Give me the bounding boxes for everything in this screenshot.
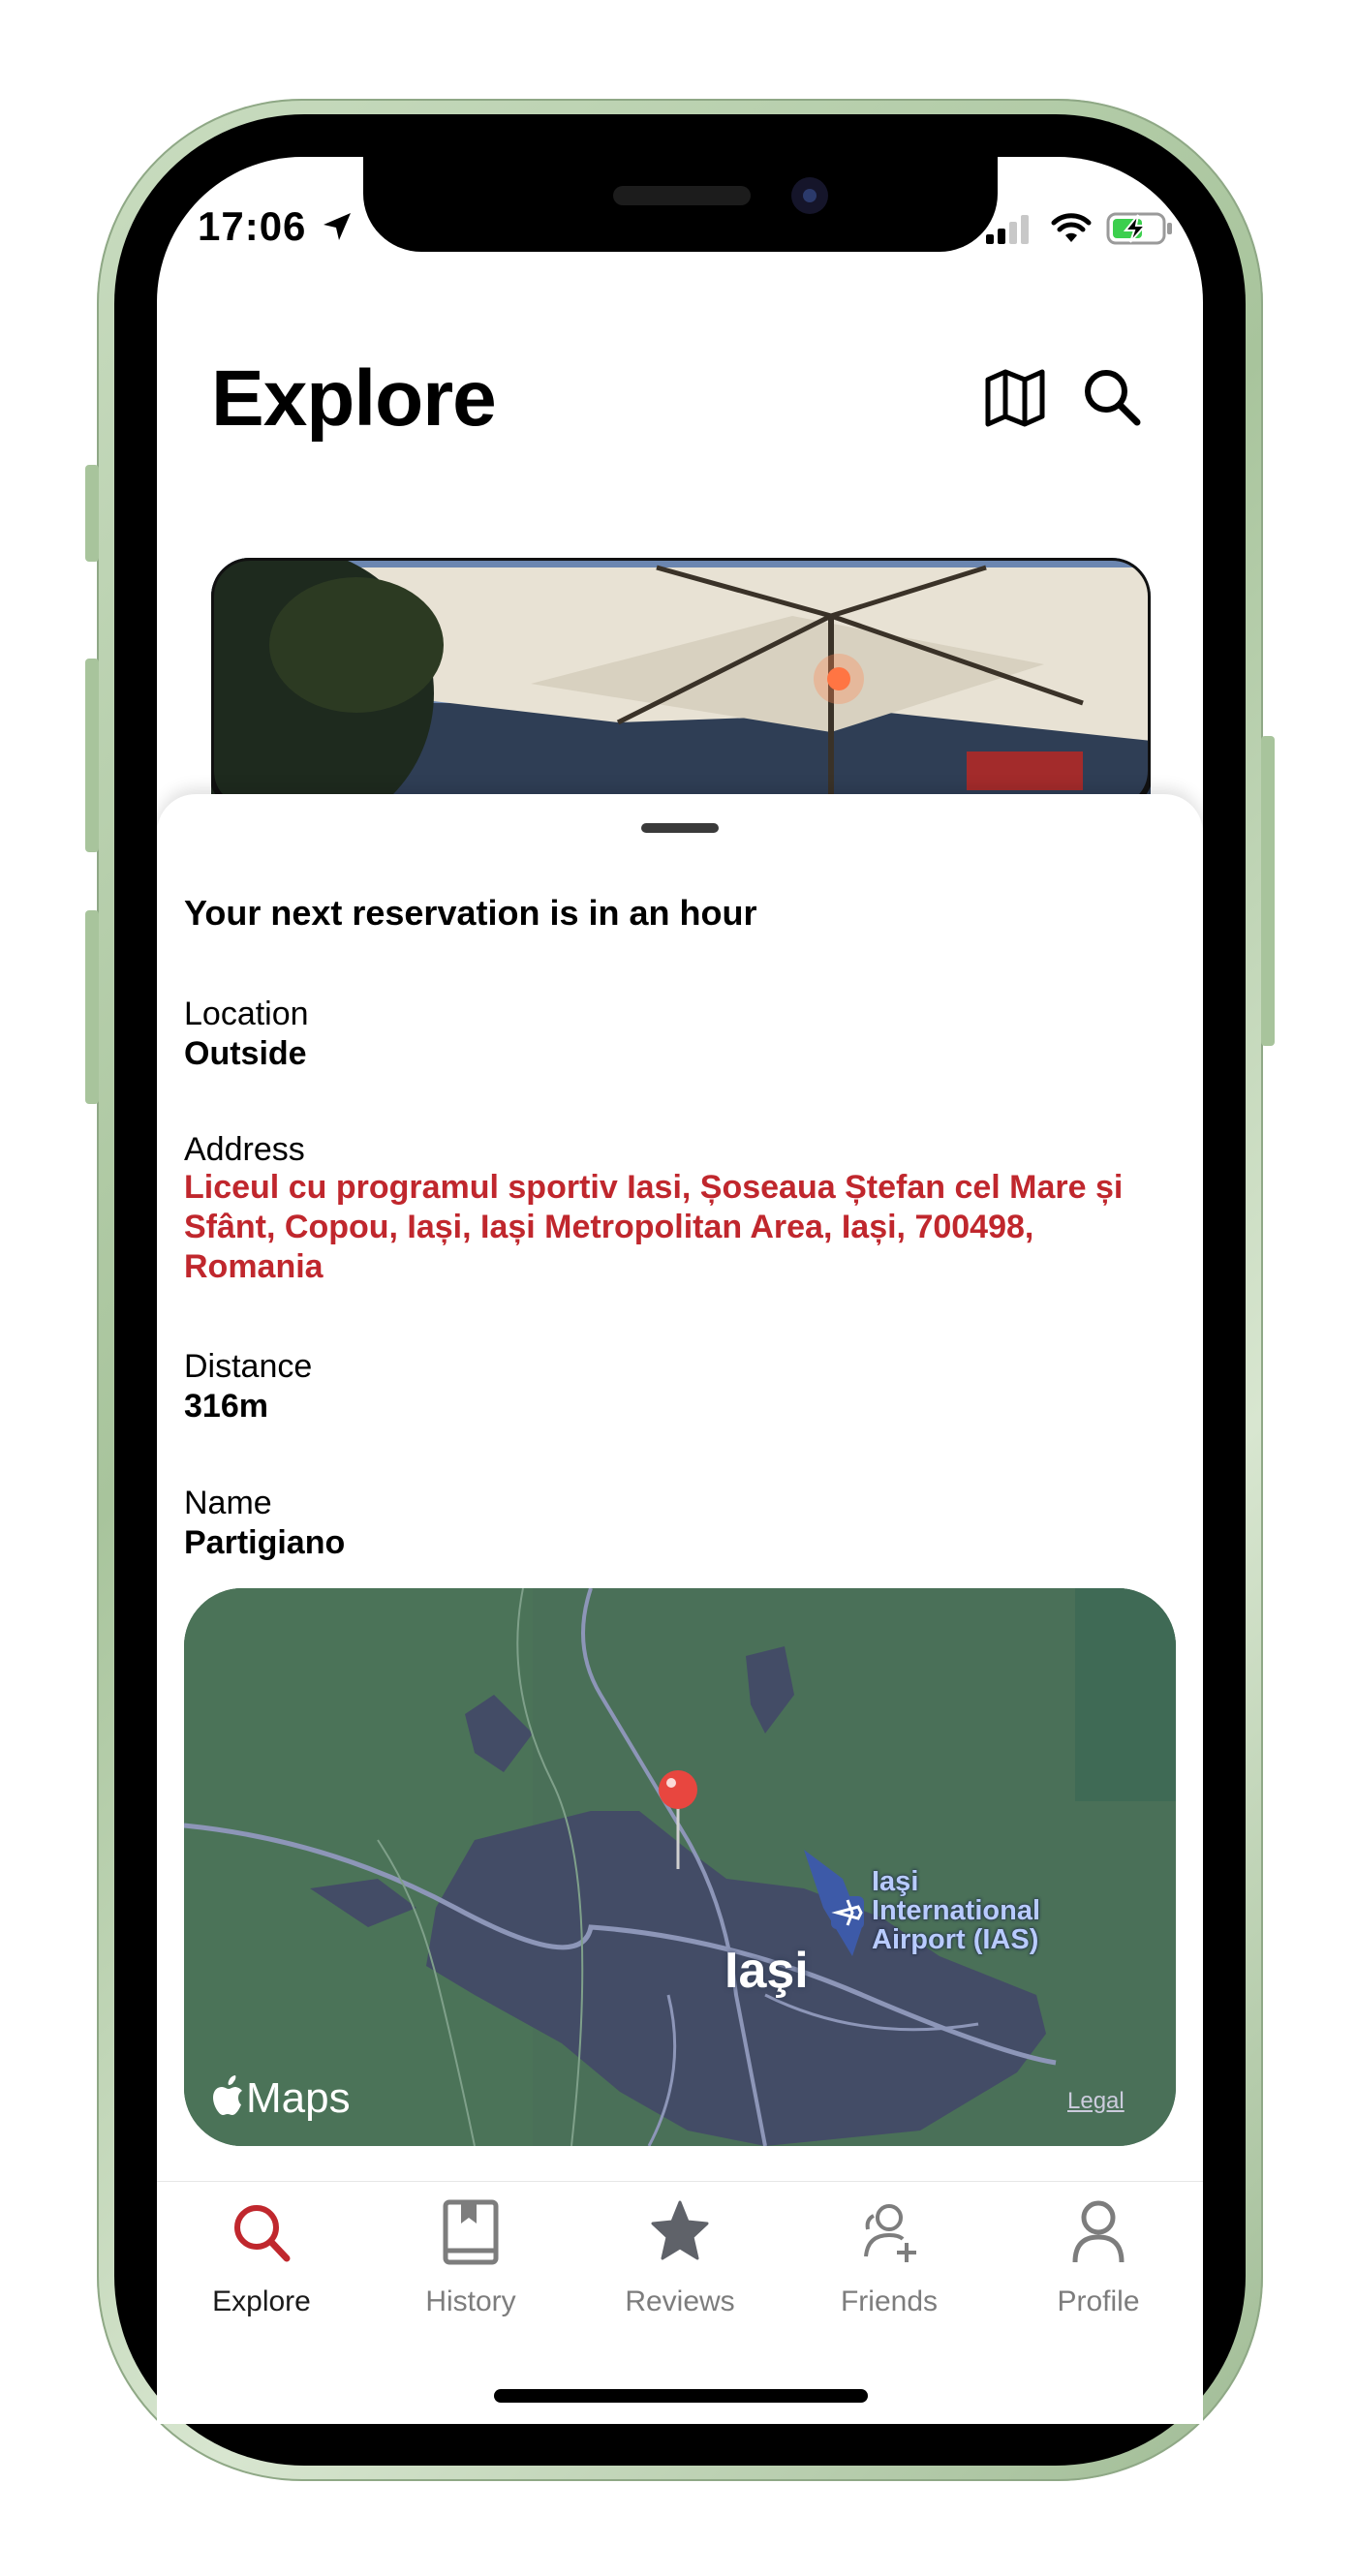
wifi-icon bbox=[1051, 213, 1092, 242]
add-friend-icon bbox=[864, 2204, 916, 2262]
maps-brand: Maps bbox=[246, 2074, 351, 2122]
mute-switch bbox=[85, 465, 99, 562]
map-airport-label: Iaşi International Airport (IAS) bbox=[872, 1867, 1040, 1954]
sheet-grabber[interactable] bbox=[641, 823, 719, 833]
map-city-label: Iaşi bbox=[724, 1943, 809, 1999]
map-airport-line2: International bbox=[872, 1895, 1041, 1926]
address-link[interactable]: Liceul cu programul sportiv Iasi, Șoseau… bbox=[184, 1168, 1182, 1287]
tab-label: Profile bbox=[1057, 2285, 1140, 2317]
person-icon bbox=[1072, 2200, 1125, 2263]
map-icon[interactable] bbox=[984, 366, 1046, 428]
map-airport-line3: Airport (IAS) bbox=[872, 1924, 1039, 1955]
tab-history[interactable]: History bbox=[366, 2191, 575, 2326]
power-button bbox=[1261, 736, 1275, 1046]
address-label: Address bbox=[184, 1131, 305, 1168]
location-label: Location bbox=[184, 996, 309, 1032]
apple-logo-icon bbox=[213, 2075, 242, 2115]
tab-label: Explore bbox=[212, 2285, 311, 2317]
battery-charging-icon bbox=[1106, 212, 1172, 245]
status-time: 17:06 bbox=[198, 203, 307, 249]
reservation-heading: Your next reservation is in an hour bbox=[184, 893, 757, 933]
speaker bbox=[613, 186, 751, 205]
search-icon[interactable] bbox=[1081, 366, 1143, 428]
restaurant-photo[interactable] bbox=[211, 558, 1151, 810]
front-camera bbox=[791, 177, 828, 214]
name-value: Partigiano bbox=[184, 1524, 346, 1561]
name-label: Name bbox=[184, 1485, 272, 1521]
tab-label: History bbox=[425, 2285, 516, 2317]
tab-explore[interactable]: Explore bbox=[157, 2191, 366, 2326]
tab-profile[interactable]: Profile bbox=[994, 2191, 1203, 2326]
tab-friends[interactable]: Friends bbox=[785, 2191, 994, 2326]
distance-value: 316m bbox=[184, 1388, 268, 1425]
tab-label: Reviews bbox=[625, 2285, 735, 2317]
page-title: Explore bbox=[211, 354, 497, 443]
volume-up-button bbox=[85, 659, 99, 852]
map-airport-line1: Iaşi bbox=[872, 1866, 919, 1897]
home-indicator[interactable] bbox=[494, 2389, 868, 2403]
star-icon bbox=[651, 2200, 709, 2260]
map-legal-link[interactable]: Legal bbox=[1067, 2088, 1125, 2115]
volume-down-button bbox=[85, 910, 99, 1104]
location-value: Outside bbox=[184, 1035, 307, 1072]
tab-label: Friends bbox=[840, 2285, 939, 2317]
search-icon bbox=[234, 2205, 291, 2262]
cellular-signal-icon bbox=[986, 215, 1029, 244]
book-icon bbox=[443, 2199, 499, 2265]
distance-label: Distance bbox=[184, 1348, 313, 1385]
tab-reviews[interactable]: Reviews bbox=[575, 2191, 785, 2326]
location-arrow-icon bbox=[324, 213, 351, 240]
